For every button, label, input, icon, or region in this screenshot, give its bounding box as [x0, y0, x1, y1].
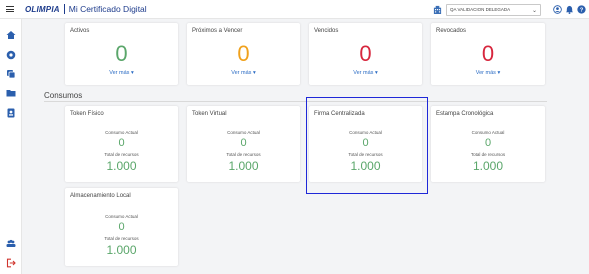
card-title: Token Físico — [70, 111, 104, 117]
building-icon — [433, 5, 442, 14]
total-recursos-value: 1.000 — [106, 243, 137, 257]
organization-select[interactable]: QA VALIDACION DELEGADA ⌄ — [446, 3, 541, 16]
hamburger-icon[interactable] — [6, 6, 14, 12]
status-card-vencidos: Vencidos 0 Ver más ▾ — [309, 23, 422, 85]
top-right-controls: QA VALIDACION DELEGADA ⌄ ? — [433, 0, 589, 19]
folder-icon[interactable] — [6, 88, 16, 98]
total-recursos-label: Total de recursos — [470, 152, 506, 157]
card-title: Estampa Cronológica — [436, 111, 494, 117]
card-title: Revocados — [436, 28, 467, 34]
ver-mas-link[interactable]: Ver más ▾ — [431, 70, 545, 76]
ver-mas-link[interactable]: Ver más ▾ — [309, 70, 422, 76]
total-recursos-value: 1.000 — [228, 159, 259, 173]
card-title: Token Virtual — [192, 111, 227, 117]
logo-divider — [63, 4, 65, 14]
total-recursos-label: Total de recursos — [104, 152, 139, 157]
total-recursos-label: Total de recursos — [226, 152, 261, 157]
card-value: 0 — [481, 41, 495, 66]
status-card-proximos-a-vencer: Próximos a Vencer 0 Ver más ▾ — [187, 23, 300, 85]
card-title: Próximos a Vencer — [192, 28, 243, 34]
settings-icon[interactable] — [6, 50, 16, 60]
section-title-consumos: Consumos — [44, 91, 83, 100]
svg-text:?: ? — [580, 8, 584, 14]
consumo-actual-value: 0 — [240, 137, 247, 149]
consumo-actual-value: 0 — [118, 221, 125, 233]
total-recursos-label: Total de recursos — [104, 236, 139, 241]
card-title: Vencidos — [314, 28, 339, 34]
section-divider — [44, 101, 547, 102]
selection-highlight — [306, 97, 428, 194]
chevron-down-icon: ⌄ — [531, 7, 537, 14]
top-bar: OLIMPIA Mi Certificado Digital QA VALIDA… — [0, 0, 589, 19]
card-value: 0 — [115, 41, 128, 66]
app-title: Mi Certificado Digital — [68, 4, 147, 14]
card-value: 0 — [359, 41, 372, 66]
sidebar — [0, 19, 22, 274]
ver-mas-link[interactable]: Ver más ▾ — [65, 70, 178, 76]
ver-mas-link[interactable]: Ver más ▾ — [187, 70, 300, 76]
status-card-revocados: Revocados 0 Ver más ▾ — [431, 23, 545, 85]
consumo-actual-label: Consumo Actual — [227, 130, 260, 135]
logo: OLIMPIA — [25, 4, 60, 14]
consumo-card-token-fisico: Token Físico Consumo Actual 0 Total de r… — [65, 106, 178, 182]
consumo-actual-label: Consumo Actual — [471, 130, 505, 135]
card-title: Activos — [70, 28, 90, 34]
card-value: 0 — [237, 41, 250, 66]
home-icon[interactable] — [6, 30, 16, 40]
consumo-card-estampa-cronologica: Estampa Cronológica Consumo Actual 0 Tot… — [431, 106, 545, 182]
user-circle-icon[interactable] — [553, 5, 562, 14]
total-recursos-value: 1.000 — [106, 159, 137, 173]
consumo-actual-label: Consumo Actual — [105, 130, 138, 135]
id-card-icon[interactable] — [6, 108, 16, 118]
consumo-card-almacenamiento-local: Almacenamiento Local Consumo Actual 0 To… — [65, 188, 178, 266]
consumo-actual-value: 0 — [484, 137, 492, 149]
consumo-actual-label: Consumo Actual — [105, 214, 138, 219]
consumo-card-token-virtual: Token Virtual Consumo Actual 0 Total de … — [187, 106, 300, 182]
bell-icon[interactable] — [565, 5, 574, 14]
copy-icon[interactable] — [6, 69, 16, 79]
consumo-actual-value: 0 — [118, 137, 125, 149]
logout-icon[interactable] — [6, 258, 16, 268]
users-icon[interactable] — [6, 238, 16, 248]
card-title: Almacenamiento Local — [70, 193, 131, 199]
status-card-activos: Activos 0 Ver más ▾ — [65, 23, 178, 85]
total-recursos-value: 1.000 — [472, 159, 504, 173]
help-icon[interactable]: ? — [577, 5, 586, 14]
organization-select-value: QA VALIDACION DELEGADA — [450, 7, 511, 12]
